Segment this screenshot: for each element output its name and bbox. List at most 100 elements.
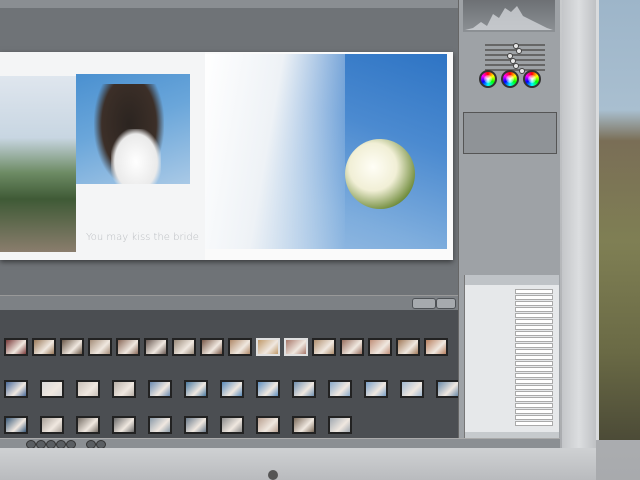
adjacent-window-landscape — [596, 0, 640, 440]
color-wheel-2[interactable] — [501, 70, 519, 88]
reject-button[interactable] — [96, 440, 106, 448]
thumbnail-item[interactable] — [220, 416, 244, 434]
next-button[interactable] — [56, 440, 66, 448]
metadata-value-field[interactable] — [515, 409, 553, 414]
thumbnail-item[interactable] — [400, 380, 424, 398]
thumbnail-item[interactable] — [144, 338, 168, 356]
thumbnail-item[interactable] — [148, 416, 172, 434]
thumbnail-item[interactable] — [112, 380, 136, 398]
photo-bouquet[interactable] — [205, 54, 447, 249]
metadata-value-field[interactable] — [515, 361, 553, 366]
thumbnail-item[interactable] — [4, 416, 28, 434]
color-wheel-3[interactable] — [523, 70, 541, 88]
thumbnail-item[interactable] — [436, 380, 460, 398]
photo-couple-outdoor[interactable] — [0, 76, 76, 252]
play-button[interactable] — [26, 440, 36, 448]
metadata-value-field[interactable] — [515, 295, 553, 300]
metadata-value-field[interactable] — [515, 325, 553, 330]
thumbnail-item[interactable] — [328, 380, 352, 398]
thumbnail-item[interactable] — [284, 338, 308, 356]
panel-header-adjustments[interactable] — [463, 34, 555, 41]
flag-button[interactable] — [86, 440, 96, 448]
thumbnail-item[interactable] — [112, 416, 136, 434]
bride-dress — [111, 129, 161, 184]
thumbnail-item[interactable] — [200, 338, 224, 356]
thumbnail-item[interactable] — [148, 380, 172, 398]
thumbnail-item[interactable] — [172, 338, 196, 356]
page-caption[interactable]: You may kiss the bride — [86, 232, 199, 243]
thumbnail-item[interactable] — [256, 380, 280, 398]
thumbnail-item[interactable] — [184, 416, 208, 434]
thumbnail-item[interactable] — [228, 338, 252, 356]
metadata-value-field[interactable] — [515, 397, 553, 402]
bouquet — [345, 139, 415, 209]
panel-header-options[interactable] — [463, 155, 555, 162]
metadata-value-field[interactable] — [515, 337, 553, 342]
viewer-button-2[interactable] — [436, 298, 456, 309]
thumbnail-item[interactable] — [256, 338, 280, 356]
metadata-value-field[interactable] — [515, 415, 553, 420]
metadata-value-field[interactable] — [515, 355, 553, 360]
slider-track[interactable] — [485, 48, 545, 54]
thumbnail-item[interactable] — [4, 338, 28, 356]
thumbnail-browser[interactable] — [0, 310, 462, 438]
thumbnail-item[interactable] — [88, 338, 112, 356]
thumbnail-item[interactable] — [4, 380, 28, 398]
thumbnail-item[interactable] — [76, 380, 100, 398]
metadata-value-field[interactable] — [515, 319, 553, 324]
thumbnail-item[interactable] — [60, 338, 84, 356]
thumbnail-item[interactable] — [424, 338, 448, 356]
metadata-header[interactable] — [465, 275, 559, 285]
metadata-value-field[interactable] — [515, 313, 553, 318]
slider-track[interactable] — [485, 53, 545, 59]
thumbnail-item[interactable] — [76, 416, 100, 434]
photo-couple-kiss[interactable] — [76, 74, 190, 184]
metadata-value-field[interactable] — [515, 373, 553, 378]
previous-button[interactable] — [46, 440, 56, 448]
metadata-value-field[interactable] — [515, 331, 553, 336]
slider-track[interactable] — [485, 63, 545, 69]
thumbnail-item[interactable] — [312, 338, 336, 356]
stop-button[interactable] — [36, 440, 46, 448]
thumbnail-item[interactable] — [220, 380, 244, 398]
thumbnail-item[interactable] — [368, 338, 392, 356]
color-wheel-1[interactable] — [479, 70, 497, 88]
viewer-toolbar — [0, 0, 458, 8]
metadata-value-field[interactable] — [515, 307, 553, 312]
thumbnail-item[interactable] — [32, 338, 56, 356]
app-window: You may kiss the bride — [0, 0, 560, 448]
slider-track[interactable] — [485, 58, 545, 64]
thumbnail-item[interactable] — [40, 416, 64, 434]
thumbnail-item[interactable] — [396, 338, 420, 356]
metadata-value-field[interactable] — [515, 349, 553, 354]
thumbnail-item[interactable] — [364, 380, 388, 398]
book-spread[interactable]: You may kiss the bride — [0, 52, 453, 260]
apple-logo-icon — [268, 470, 278, 480]
metadata-value-field[interactable] — [515, 289, 553, 294]
thumbnail-item[interactable] — [340, 338, 364, 356]
right-page[interactable] — [205, 52, 453, 260]
metadata-value-field[interactable] — [515, 367, 553, 372]
panel-header-levels[interactable] — [463, 100, 555, 107]
thumbnail-item[interactable] — [292, 416, 316, 434]
thumbnail-item[interactable] — [256, 416, 280, 434]
metadata-panel — [464, 275, 559, 443]
metadata-value-field[interactable] — [515, 403, 553, 408]
metadata-value-field[interactable] — [515, 421, 553, 426]
thumbnail-item[interactable] — [40, 380, 64, 398]
thumbnail-item[interactable] — [184, 380, 208, 398]
viewer-pane[interactable]: You may kiss the bride — [0, 0, 458, 295]
left-page[interactable]: You may kiss the bride — [0, 52, 205, 260]
rotate-button[interactable] — [66, 440, 76, 448]
metadata-value-field[interactable] — [515, 301, 553, 306]
thumbnail-item[interactable] — [292, 380, 316, 398]
metadata-value-field[interactable] — [515, 391, 553, 396]
metadata-value-field[interactable] — [515, 379, 553, 384]
thumbnail-item[interactable] — [116, 338, 140, 356]
thumbnail-item[interactable] — [328, 416, 352, 434]
viewer-button-1[interactable] — [412, 298, 436, 309]
slider-track[interactable] — [485, 43, 545, 49]
levels-graph[interactable] — [463, 112, 557, 154]
metadata-value-field[interactable] — [515, 343, 553, 348]
metadata-value-field[interactable] — [515, 385, 553, 390]
